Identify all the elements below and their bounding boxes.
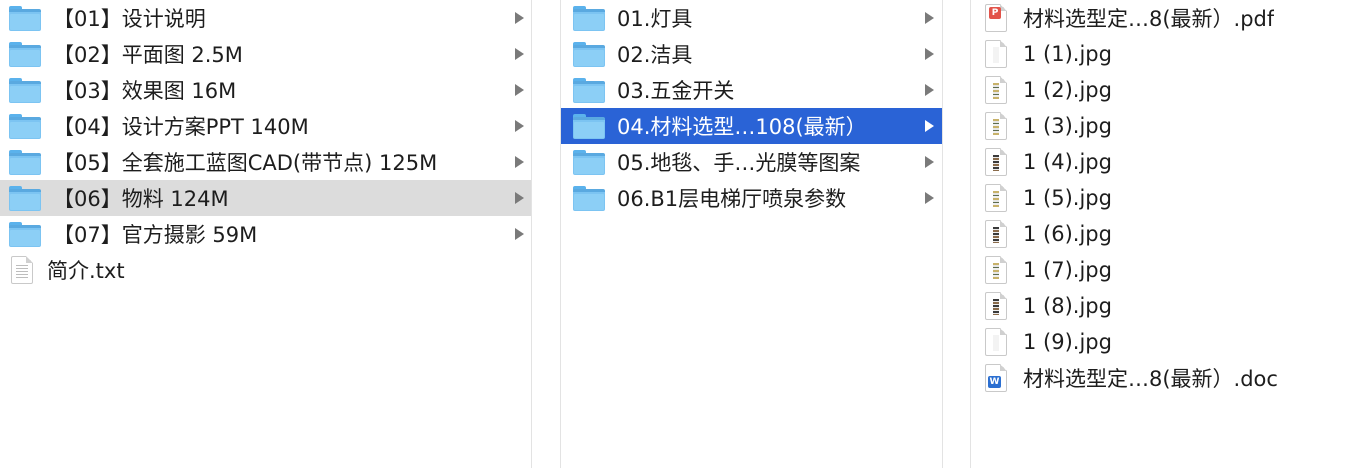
image-file-icon [985,256,1007,284]
folder-icon [573,41,605,67]
image-file-icon [985,292,1007,320]
file-row-jpg[interactable]: 1 (6).jpg [971,216,1350,252]
chevron-right-icon [925,48,934,60]
image-file-icon [985,76,1007,104]
folder-row-02[interactable]: 02.洁具 [561,36,942,72]
image-file-icon [985,148,1007,176]
item-label: 1 (5).jpg [1023,186,1112,210]
image-file-icon [985,184,1007,212]
chevron-right-icon [925,120,934,132]
column-1: 【01】设计说明 【02】平面图 2.5M 【03】效果图 16M 【04】设计… [0,0,531,468]
folder-icon [573,113,605,139]
folder-icon [9,149,41,175]
text-file-icon [11,256,33,284]
item-label: 1 (4).jpg [1023,150,1112,174]
column-divider[interactable] [531,0,561,468]
item-label: 05.地毯、手…光膜等图案 [617,151,861,175]
item-label: 1 (8).jpg [1023,294,1112,318]
chevron-right-icon [925,192,934,204]
item-label: 06.B1层电梯厅喷泉参数 [617,187,847,211]
item-label: 简介.txt [47,259,125,283]
file-row-doc[interactable]: W 材料选型定…8(最新）.doc [971,360,1350,396]
pdf-file-icon: P [985,4,1007,32]
file-row-jpg[interactable]: 1 (1).jpg [971,36,1350,72]
chevron-right-icon [515,120,524,132]
folder-row-05[interactable]: 【05】全套施工蓝图CAD(带节点) 125M [0,144,531,180]
folder-icon [573,185,605,211]
item-label: 1 (9).jpg [1023,330,1112,354]
folder-row-06-selected[interactable]: 【06】物料 124M [0,180,531,216]
chevron-right-icon [515,12,524,24]
folder-icon [573,5,605,31]
item-label: 1 (3).jpg [1023,114,1112,138]
column-divider[interactable] [942,0,971,468]
folder-row-05[interactable]: 05.地毯、手…光膜等图案 [561,144,942,180]
chevron-right-icon [515,228,524,240]
folder-row-02[interactable]: 【02】平面图 2.5M [0,36,531,72]
folder-row-03[interactable]: 03.五金开关 [561,72,942,108]
image-file-icon [985,112,1007,140]
item-label: 03.五金开关 [617,79,735,103]
column-3: P 材料选型定…8(最新）.pdf 1 (1).jpg 1 (2).jpg 1 … [971,0,1350,468]
file-row-txt[interactable]: 简介.txt [0,252,531,288]
file-row-jpg[interactable]: 1 (3).jpg [971,108,1350,144]
chevron-right-icon [515,84,524,96]
file-row-jpg[interactable]: 1 (7).jpg [971,252,1350,288]
chevron-right-icon [515,192,524,204]
item-label: 【02】平面图 2.5M [53,43,243,67]
file-row-jpg[interactable]: 1 (2).jpg [971,72,1350,108]
file-row-jpg[interactable]: 1 (8).jpg [971,288,1350,324]
folder-icon [9,77,41,103]
file-row-jpg[interactable]: 1 (4).jpg [971,144,1350,180]
item-label: 1 (6).jpg [1023,222,1112,246]
folder-row-03[interactable]: 【03】效果图 16M [0,72,531,108]
folder-row-01[interactable]: 01.灯具 [561,0,942,36]
folder-icon [9,41,41,67]
folder-row-07[interactable]: 【07】官方摄影 59M [0,216,531,252]
chevron-right-icon [925,156,934,168]
column-2: 01.灯具 02.洁具 03.五金开关 04.材料选型…108(最新） 05.地… [561,0,942,468]
file-row-jpg[interactable]: 1 (9).jpg [971,324,1350,360]
chevron-right-icon [515,48,524,60]
chevron-right-icon [925,84,934,96]
folder-icon [573,77,605,103]
item-label: 【04】设计方案PPT 140M [53,115,309,139]
image-file-icon [985,40,1007,68]
folder-row-04-selected[interactable]: 04.材料选型…108(最新） [561,108,942,144]
folder-row-04[interactable]: 【04】设计方案PPT 140M [0,108,531,144]
chevron-right-icon [925,12,934,24]
file-row-jpg[interactable]: 1 (5).jpg [971,180,1350,216]
item-label: 1 (7).jpg [1023,258,1112,282]
item-label: 【05】全套施工蓝图CAD(带节点) 125M [53,151,438,175]
item-label: 【06】物料 124M [53,187,229,211]
item-label: 【03】效果图 16M [53,79,237,103]
folder-icon [9,185,41,211]
file-row-pdf[interactable]: P 材料选型定…8(最新）.pdf [971,0,1350,36]
item-label: 01.灯具 [617,7,693,31]
folder-icon [9,221,41,247]
image-file-icon [985,220,1007,248]
image-file-icon [985,328,1007,356]
item-label: 02.洁具 [617,43,693,67]
folder-row-06[interactable]: 06.B1层电梯厅喷泉参数 [561,180,942,216]
item-label: 1 (1).jpg [1023,42,1112,66]
item-label: 材料选型定…8(最新）.pdf [1023,7,1275,31]
folder-row-01[interactable]: 【01】设计说明 [0,0,531,36]
item-label: 1 (2).jpg [1023,78,1112,102]
item-label: 04.材料选型…108(最新） [617,115,867,139]
folder-icon [9,5,41,31]
word-file-icon: W [985,364,1007,392]
item-label: 材料选型定…8(最新）.doc [1023,367,1278,391]
item-label: 【01】设计说明 [53,7,206,31]
chevron-right-icon [515,156,524,168]
folder-icon [573,149,605,175]
item-label: 【07】官方摄影 59M [53,223,258,247]
folder-icon [9,113,41,139]
